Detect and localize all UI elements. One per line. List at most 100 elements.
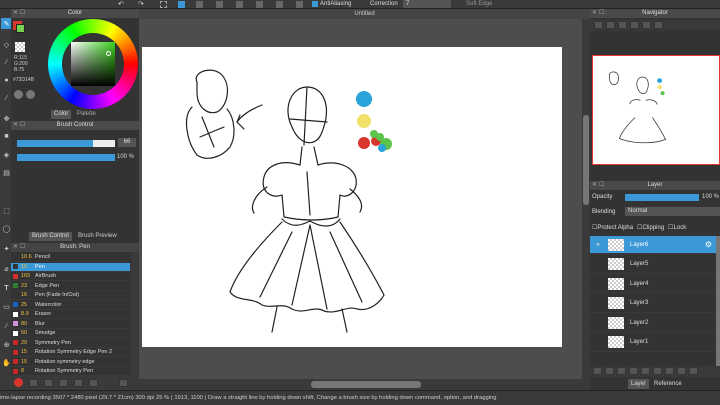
transform-icon[interactable]	[196, 1, 203, 8]
layer-actions-bar	[590, 366, 720, 377]
color-wheel-mode-icon[interactable]	[14, 90, 23, 99]
zoom-out-icon[interactable]	[606, 21, 615, 29]
navigator-preview[interactable]	[592, 55, 720, 165]
brush-item[interactable]: 165 AirBrush	[11, 272, 130, 281]
color-picker-cursor[interactable]	[106, 51, 111, 56]
canvas-h-scrollbar[interactable]	[311, 381, 421, 388]
new-halftone-layer-icon[interactable]	[605, 367, 614, 375]
tab-palette[interactable]: Palette	[74, 110, 99, 119]
brush-size: 165	[21, 273, 31, 279]
brush-item[interactable]: 8.9 Eraser	[11, 310, 130, 319]
brush-list-scrollbar[interactable]	[131, 253, 139, 376]
brush-import-icon[interactable]	[89, 379, 101, 389]
select-tool-icon[interactable]	[178, 1, 185, 8]
drawing-canvas[interactable]	[142, 47, 562, 347]
record-icon[interactable]	[14, 378, 23, 387]
layer-opacity-slider[interactable]	[625, 194, 699, 201]
brush-item[interactable]: 25 Watercolor	[11, 301, 130, 310]
blending-select[interactable]: Normal	[625, 207, 720, 216]
redo-icon[interactable]: ↷	[138, 0, 144, 8]
brush-item[interactable]: 15 Rotation symmetry edge	[11, 358, 130, 367]
delete-layer-icon[interactable]	[689, 367, 698, 375]
fit-icon[interactable]	[618, 21, 627, 29]
brush-item[interactable]: 80 Blur	[11, 320, 130, 329]
brush-delete-icon[interactable]	[119, 379, 131, 389]
rotate-icon[interactable]	[642, 21, 651, 29]
brush-item[interactable]: 10 Pen	[11, 262, 130, 272]
brush-opacity-value: 100 %	[117, 154, 135, 160]
merge-layer-icon[interactable]	[665, 367, 674, 375]
canvas-v-scrollbar[interactable]	[583, 115, 589, 205]
duplicate-layer-icon[interactable]	[653, 367, 662, 375]
brush-item[interactable]: 15 Rotation Symmetry Edge Pen 2	[11, 348, 130, 357]
new-8bit-layer-icon[interactable]	[617, 367, 626, 375]
ruler-icon[interactable]	[296, 1, 303, 8]
brush-item[interactable]: 29 Symmetry Pen	[11, 339, 130, 348]
brush-name: Pen	[35, 263, 45, 270]
brush-color-swatch	[13, 302, 18, 307]
selection-icon[interactable]	[160, 1, 167, 8]
brush-name: AirBrush	[35, 273, 57, 279]
correction-select[interactable]: 7	[403, 0, 451, 8]
tab-color[interactable]: Color	[51, 110, 72, 119]
clipping-checkbox[interactable]: ☐Clipping	[637, 224, 664, 231]
brush-size: 16	[21, 292, 28, 298]
layer-options: ☐Protect Alpha ☐Clipping ☐Lock	[592, 224, 686, 231]
layer-row[interactable]: Layer3	[590, 295, 716, 313]
lock-checkbox[interactable]: ☐Lock	[668, 224, 686, 231]
hue-ring[interactable]	[48, 19, 138, 109]
layer-gear-icon[interactable]: ⚙	[705, 240, 712, 249]
layer-row[interactable]: Layer4	[590, 275, 716, 293]
layer-list-scrollbar[interactable]	[716, 236, 720, 366]
flip-icon[interactable]	[654, 21, 663, 29]
tab-brush-control[interactable]: Brush Control	[29, 232, 72, 241]
undo-icon[interactable]: ↶	[118, 0, 124, 8]
layer-row[interactable]: Layer5	[590, 256, 716, 274]
brush-item[interactable]: 8 Rotation Symmetry Pen	[11, 367, 130, 376]
brush-size-slider[interactable]	[17, 140, 115, 147]
layer-row[interactable]: ● Layer6 ⚙	[590, 236, 716, 254]
brush-add-icon[interactable]	[29, 379, 41, 389]
new-1bit-layer-icon[interactable]	[629, 367, 638, 375]
protect-alpha-checkbox[interactable]: ☐Protect Alpha	[592, 224, 633, 231]
layer-visibility-icon[interactable]: ●	[590, 242, 606, 248]
brush-item[interactable]: 23 Edge Pen	[11, 282, 130, 291]
brush-color-swatch	[13, 264, 18, 269]
antialiasing-checkbox[interactable]	[312, 1, 318, 7]
brush-settings-icon[interactable]	[74, 379, 86, 389]
tab-brush-preview[interactable]: Brush Preview	[75, 232, 120, 241]
wand-icon[interactable]	[236, 1, 243, 8]
tab-reference[interactable]: Reference	[651, 379, 685, 389]
layer-name: Layer2	[630, 319, 649, 326]
layer-opacity-value: 100 %	[702, 194, 720, 200]
brush-item[interactable]: 10.6 Pencil	[11, 253, 130, 262]
grid-icon[interactable]	[256, 1, 263, 8]
brush-size-value[interactable]: 66	[118, 138, 136, 147]
layer-folder-icon[interactable]	[641, 367, 650, 375]
layer-row[interactable]: Layer2	[590, 314, 716, 332]
brush-item[interactable]: 16 Pen (Fade In/Out)	[11, 291, 130, 300]
snap-icon[interactable]	[276, 1, 283, 8]
layer-settings-icon[interactable]	[677, 367, 686, 375]
brush-duplicate-icon[interactable]	[59, 379, 71, 389]
brush-folder-icon[interactable]	[44, 379, 56, 389]
primary-color-swatch[interactable]	[16, 24, 25, 33]
brush-item[interactable]: 50 Smudge	[11, 329, 130, 338]
lasso-icon[interactable]	[216, 1, 223, 8]
layer-row[interactable]: Layer1	[590, 334, 716, 352]
brush-size: 50	[21, 330, 28, 336]
brush-control-title: Brush Control	[56, 122, 94, 128]
actual-size-icon[interactable]	[630, 21, 639, 29]
brush-color-swatch	[13, 283, 18, 288]
color-slider-mode-icon[interactable]	[26, 90, 35, 99]
new-layer-icon[interactable]	[593, 367, 602, 375]
brush-opacity-slider[interactable]	[17, 154, 115, 161]
layer-thumbnail	[608, 316, 624, 329]
status-bar: ime-lapse recording 3507 * 2480 pixel (2…	[0, 390, 720, 405]
saturation-value-square[interactable]	[71, 42, 115, 86]
layer-panel: ✕ ☐ Layer Opacity 100 % Blending Normal ☐…	[590, 181, 720, 405]
layer-name: Layer6	[630, 241, 649, 248]
transparent-swatch[interactable]	[15, 42, 25, 52]
tab-layer[interactable]: Layer	[628, 379, 650, 389]
zoom-in-icon[interactable]	[594, 21, 603, 29]
